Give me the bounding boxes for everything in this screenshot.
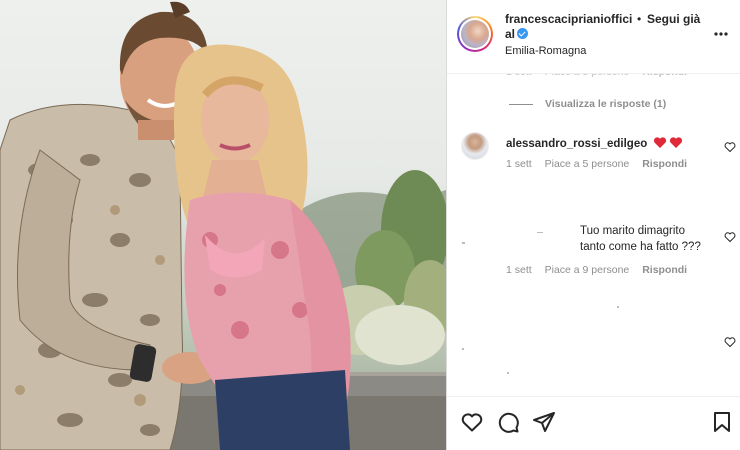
commenter-username[interactable]: alessandro_rossi_edilgeo bbox=[506, 138, 647, 150]
post-actions-bar bbox=[447, 396, 740, 450]
comment-body: Tuo marito dimagrito tanto come ha fatto… bbox=[580, 225, 701, 253]
view-replies-button[interactable]: Visualizza le risposte (1) bbox=[509, 98, 666, 110]
commenter-avatar[interactable] bbox=[461, 132, 489, 160]
faint-avatar-mark bbox=[462, 348, 464, 350]
follow-button[interactable]: Segui già bbox=[647, 12, 700, 26]
comment-icon[interactable] bbox=[496, 410, 520, 434]
send-icon[interactable] bbox=[532, 410, 556, 434]
faint-text-mark bbox=[507, 372, 509, 374]
comment-meta: 1 sett Piace a 5 persone Rispondi bbox=[506, 158, 697, 170]
reply-button[interactable]: Rispondi bbox=[642, 264, 687, 276]
faint-text-mark bbox=[617, 306, 619, 308]
comment-likes[interactable]: Piace a 9 persone bbox=[545, 264, 630, 276]
author-avatar[interactable] bbox=[457, 16, 493, 52]
replies-line bbox=[509, 103, 533, 105]
comment-time: 1 sett bbox=[506, 158, 532, 170]
post-photo[interactable] bbox=[0, 0, 446, 450]
faint-avatar-mark bbox=[462, 242, 465, 244]
bookmark-icon[interactable] bbox=[710, 410, 734, 434]
comment-like-heart-icon[interactable] bbox=[724, 231, 736, 243]
red-heart-emoji-icon bbox=[654, 137, 683, 148]
comment-meta: 1 sett Piace a 9 persone Rispondi bbox=[506, 264, 697, 276]
heart-icon[interactable] bbox=[460, 410, 484, 434]
comment-like-heart-icon[interactable] bbox=[724, 141, 736, 153]
comment-time: 1 sett bbox=[506, 264, 532, 276]
comment-likes[interactable]: Piace a 5 persone bbox=[545, 158, 630, 170]
comment-text: Tuo marito dimagrito tanto come ha fatto… bbox=[506, 223, 706, 255]
post-location[interactable]: Emilia-Romagna bbox=[505, 45, 586, 57]
more-horizontal-icon[interactable] bbox=[713, 26, 729, 42]
view-replies-label[interactable]: Visualizza le risposte (1) bbox=[545, 98, 666, 110]
comment-item: alessandro_rossi_edilgeo bbox=[506, 136, 684, 150]
photo-scene bbox=[0, 1, 446, 450]
header-separator: • bbox=[637, 12, 642, 26]
post-side-panel: francescacipriani​off​icial • Segui già … bbox=[447, 0, 740, 450]
verified-badge-icon bbox=[517, 28, 529, 39]
reply-button[interactable]: Rispondi bbox=[642, 158, 687, 170]
comments-list[interactable]: 1 sett Piace a 5 persone Rispondi Visual… bbox=[447, 66, 740, 396]
post-header: francescacipriani​off​icial • Segui già … bbox=[447, 0, 740, 74]
comment-like-heart-icon[interactable] bbox=[724, 336, 736, 348]
author-username[interactable]: francescacipriani​off​icial bbox=[505, 12, 633, 42]
